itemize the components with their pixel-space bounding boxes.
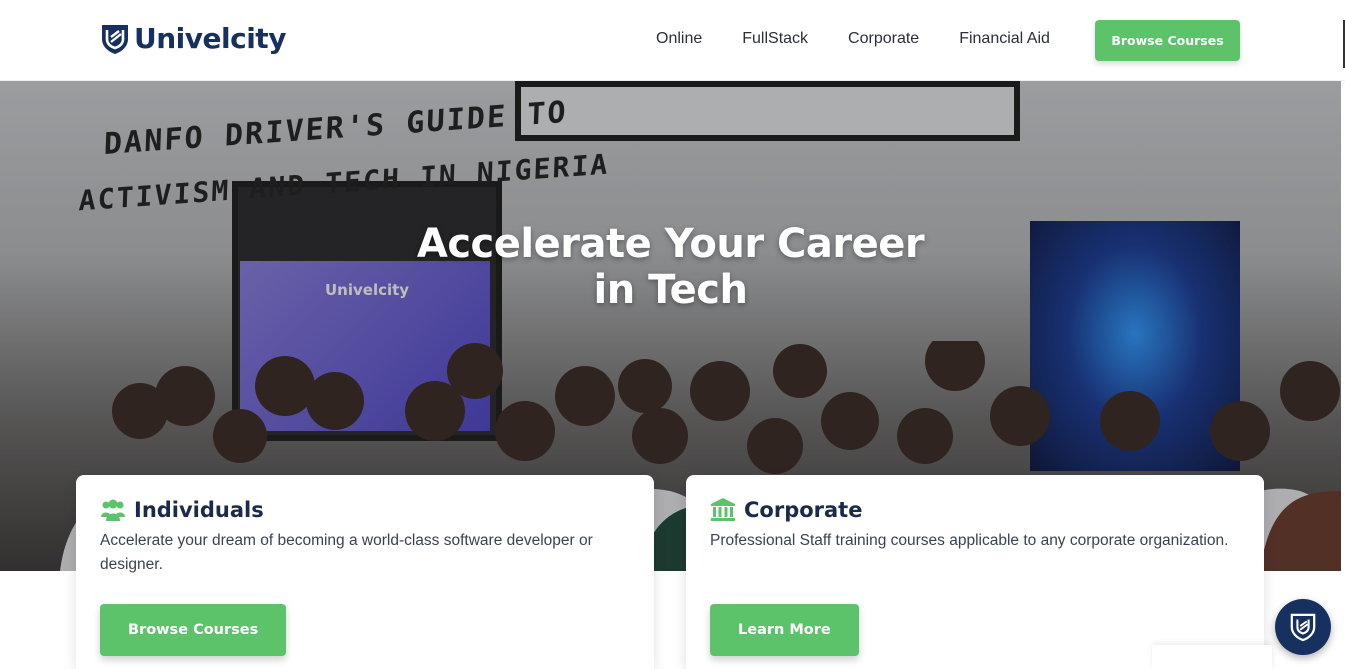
card-corporate: Corporate Professional Staff training co… (686, 475, 1264, 669)
card-individuals-title: Individuals (134, 498, 264, 522)
card-individuals-header: Individuals (100, 497, 264, 523)
brand-name: Univelcity (134, 22, 286, 55)
chat-widget-button[interactable] (1275, 599, 1331, 655)
hero-title-line-2: in Tech (593, 267, 748, 313)
users-group-icon (101, 499, 125, 521)
nav-browse-courses-button[interactable]: Browse Courses (1095, 20, 1240, 61)
corporate-learn-more-button[interactable]: Learn More (710, 604, 859, 656)
hero-title: Accelerate Your Career in Tech (0, 221, 1341, 313)
bank-building-icon (711, 498, 735, 521)
individuals-browse-courses-button[interactable]: Browse Courses (100, 604, 287, 656)
top-navbar: Univelcity Online FullStack Corporate Fi… (0, 0, 1345, 81)
shield-u-chat-icon (1290, 613, 1316, 642)
main-nav: Online FullStack Corporate Financial Aid (656, 30, 1090, 48)
nav-link-online[interactable]: Online (656, 30, 702, 48)
card-individuals: Individuals Accelerate your dream of bec… (76, 475, 654, 669)
bottom-corner-panel (1152, 645, 1272, 669)
card-corporate-description: Professional Staff training courses appl… (710, 532, 1229, 549)
card-corporate-title: Corporate (744, 498, 863, 522)
card-corporate-header: Corporate (710, 497, 862, 523)
nav-link-corporate[interactable]: Corporate (848, 30, 919, 48)
nav-link-fullstack[interactable]: FullStack (742, 30, 808, 48)
brand-logo-link[interactable]: Univelcity (100, 22, 286, 55)
nav-link-financial-aid[interactable]: Financial Aid (959, 30, 1050, 48)
shield-u-logo-icon (102, 24, 128, 54)
card-individuals-description: Accelerate your dream of becoming a worl… (100, 532, 593, 573)
hero-title-line-1: Accelerate Your Career (416, 221, 925, 267)
